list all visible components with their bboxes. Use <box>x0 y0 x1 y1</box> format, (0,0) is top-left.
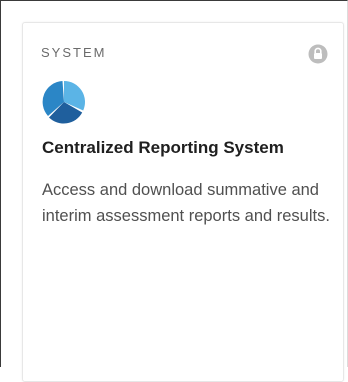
system-card[interactable]: SYSTEM Centralized Reporting System Acce… <box>22 22 344 382</box>
card-title: Centralized Reporting System <box>42 138 284 157</box>
card-category-label: SYSTEM <box>41 45 107 60</box>
lock-icon <box>308 44 328 64</box>
page-frame: SYSTEM Centralized Reporting System Acce… <box>0 0 348 382</box>
pie-chart-icon <box>42 81 85 124</box>
card-description: Access and download summative and interi… <box>42 181 330 225</box>
